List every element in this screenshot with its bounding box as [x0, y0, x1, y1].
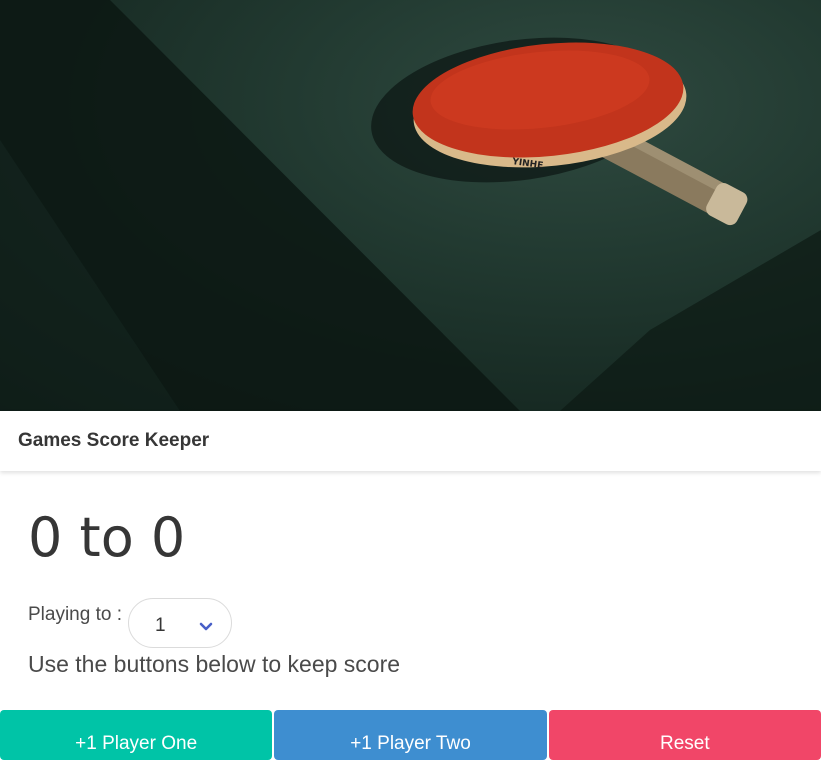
- card-header: Games Score Keeper: [0, 411, 821, 471]
- playing-to-select[interactable]: 1: [128, 598, 232, 648]
- table-tennis-paddle-photo: YINHE: [0, 0, 821, 411]
- player-two-button[interactable]: +1 Player Two: [274, 710, 547, 760]
- app-title: Games Score Keeper: [18, 430, 210, 451]
- player-one-button[interactable]: +1 Player One: [0, 710, 273, 760]
- button-row: +1 Player One +1 Player Two Reset: [0, 710, 821, 760]
- chevron-down-icon: [199, 617, 213, 636]
- instructions-text: Use the buttons below to keep score: [28, 651, 401, 677]
- reset-button[interactable]: Reset: [548, 710, 821, 760]
- score-display: 0 to 0: [28, 506, 186, 569]
- playing-to-label: Playing to :: [28, 604, 122, 625]
- playing-to-value: 1: [155, 615, 166, 636]
- hero-image: YINHE: [0, 0, 821, 411]
- playing-to-row: Playing to : 1: [28, 598, 232, 648]
